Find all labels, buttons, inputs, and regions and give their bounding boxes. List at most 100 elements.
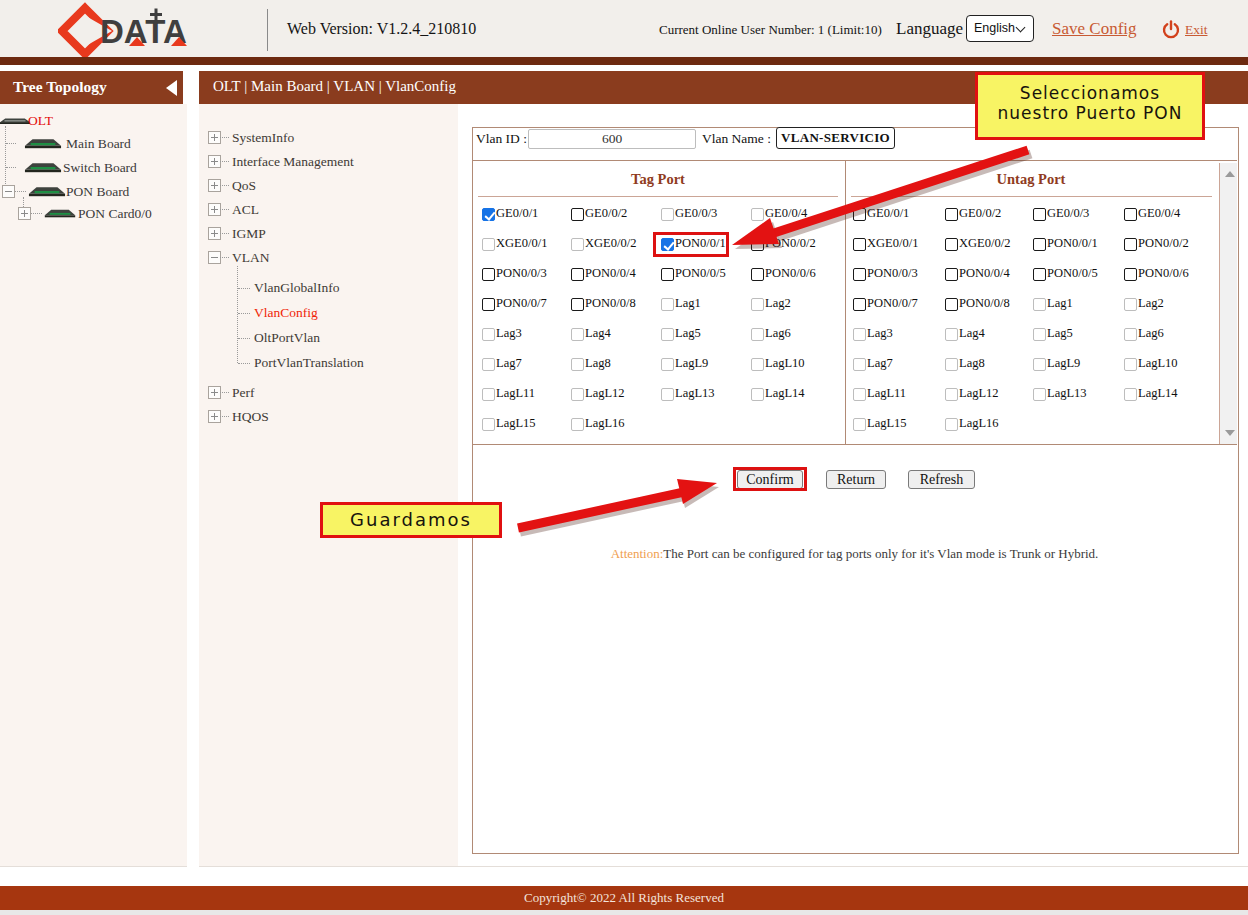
collapse-arrow-icon[interactable] xyxy=(166,80,177,96)
vlan-name-input[interactable]: VLAN-SERVICIO xyxy=(776,127,895,149)
cdata-logo: DATA xyxy=(58,2,258,58)
tag-port-checkbox-lagl16[interactable] xyxy=(571,418,584,431)
menu-item-qos[interactable]: QoS xyxy=(232,178,256,194)
tree-expander-minus-icon[interactable] xyxy=(2,185,15,198)
tag-port-checkbox-pon0-0-6[interactable] xyxy=(751,268,764,281)
untag-port-checkbox-pon0-0-1[interactable] xyxy=(1033,238,1046,251)
tag-port-checkbox-pon0-0-5[interactable] xyxy=(661,268,674,281)
menu-item-igmp[interactable]: IGMP xyxy=(232,226,266,242)
untag-port-checkbox-ge0-0-4[interactable] xyxy=(1124,208,1137,221)
tree-connector xyxy=(5,126,7,190)
tree-node-pon-board[interactable]: PON Board xyxy=(66,184,129,200)
tag-port-checkbox-ge0-0-2[interactable] xyxy=(571,208,584,221)
tag-port-checkbox-lag1[interactable] xyxy=(661,298,674,311)
tag-port-checkbox-pon0-0-8[interactable] xyxy=(571,298,584,311)
tree-expander-plus-icon[interactable] xyxy=(18,207,31,220)
language-select[interactable]: English xyxy=(966,15,1034,42)
untag-port-checkbox-pon0-0-5[interactable] xyxy=(1033,268,1046,281)
untag-port-checkbox-lag7[interactable] xyxy=(853,358,866,371)
exit-link[interactable]: Exit xyxy=(1185,22,1208,38)
tag-port-checkbox-lag3[interactable] xyxy=(482,328,495,341)
tree-node-main-board[interactable]: Main Board xyxy=(66,136,131,152)
untag-port-checkbox-ge0-0-3[interactable] xyxy=(1033,208,1046,221)
untag-port-checkbox-xge0-0-1[interactable] xyxy=(853,238,866,251)
tag-port-checkbox-pon0-0-4[interactable] xyxy=(571,268,584,281)
scroll-down-icon[interactable] xyxy=(1225,430,1235,436)
scroll-up-icon[interactable] xyxy=(1225,171,1235,177)
menu-item-vlanconfig[interactable]: VlanConfig xyxy=(254,305,318,321)
untag-port-checkbox-pon0-0-4[interactable] xyxy=(945,268,958,281)
untag-port-checkbox-lagl11[interactable] xyxy=(853,388,866,401)
tag-port-checkbox-ge0-0-1[interactable] xyxy=(482,208,495,221)
tag-port-checkbox-lagl13[interactable] xyxy=(661,388,674,401)
untag-port-checkbox-lag1[interactable] xyxy=(1033,298,1046,311)
menu-item-vlanglobalinfo[interactable]: VlanGlobalInfo xyxy=(254,280,339,296)
untag-port-checkbox-lag2[interactable] xyxy=(1124,298,1137,311)
power-icon[interactable] xyxy=(1161,20,1181,40)
menu-item-interface-management[interactable]: Interface Management xyxy=(232,154,354,170)
untag-port-checkbox-xge0-0-2[interactable] xyxy=(945,238,958,251)
tag-port-header: Tag Port xyxy=(558,171,758,188)
tag-port-checkbox-xge0-0-2[interactable] xyxy=(571,238,584,251)
untag-port-checkbox-lag5[interactable] xyxy=(1033,328,1046,341)
untag-port-checkbox-pon0-0-2[interactable] xyxy=(1124,238,1137,251)
menu-item-portvlantranslation[interactable]: PortVlanTranslation xyxy=(254,355,364,371)
untag-port-checkbox-pon0-0-7[interactable] xyxy=(853,298,866,311)
tag-port-label-ge0-0-1: GE0/0/1 xyxy=(496,206,538,221)
menu-item-hqos[interactable]: HQOS xyxy=(232,409,269,425)
tag-port-label-lagl16: LagL16 xyxy=(585,416,625,431)
tag-port-checkbox-lagl12[interactable] xyxy=(571,388,584,401)
tree-node-switch-board[interactable]: Switch Board xyxy=(63,160,137,176)
copyright-text: Copyright© 2022 All Rights Reserved xyxy=(0,890,1248,906)
tag-port-label-lagl13: LagL13 xyxy=(675,386,715,401)
tag-port-checkbox-lagl10[interactable] xyxy=(751,358,764,371)
untag-port-checkbox-pon0-0-8[interactable] xyxy=(945,298,958,311)
menu-item-acl[interactable]: ACL xyxy=(232,202,259,218)
untag-port-checkbox-lag6[interactable] xyxy=(1124,328,1137,341)
tag-port-checkbox-lagl14[interactable] xyxy=(751,388,764,401)
tag-port-checkbox-lag6[interactable] xyxy=(751,328,764,341)
tag-port-checkbox-lag2[interactable] xyxy=(751,298,764,311)
refresh-button[interactable]: Refresh xyxy=(908,470,975,489)
tag-port-checkbox-lagl9[interactable] xyxy=(661,358,674,371)
untag-port-checkbox-ge0-0-1[interactable] xyxy=(853,208,866,221)
tag-port-checkbox-ge0-0-3[interactable] xyxy=(661,208,674,221)
untag-port-checkbox-lagl15[interactable] xyxy=(853,418,866,431)
untag-port-checkbox-lagl12[interactable] xyxy=(945,388,958,401)
tree-node-pon-card0-0[interactable]: PON Card0/0 xyxy=(78,206,152,222)
tag-port-checkbox-lag7[interactable] xyxy=(482,358,495,371)
untag-port-checkbox-lagl14[interactable] xyxy=(1124,388,1137,401)
untag-port-checkbox-lag3[interactable] xyxy=(853,328,866,341)
tag-port-label-lagl10: LagL10 xyxy=(765,356,805,371)
table-scrollbar[interactable] xyxy=(1219,163,1237,444)
tag-port-checkbox-pon0-0-2[interactable] xyxy=(751,238,764,251)
untag-port-checkbox-lagl9[interactable] xyxy=(1033,358,1046,371)
return-button[interactable]: Return xyxy=(826,470,886,489)
untag-port-checkbox-lagl16[interactable] xyxy=(945,418,958,431)
untag-port-checkbox-lag8[interactable] xyxy=(945,358,958,371)
untag-port-checkbox-lagl10[interactable] xyxy=(1124,358,1137,371)
tag-port-checkbox-xge0-0-1[interactable] xyxy=(482,238,495,251)
menu-item-vlan[interactable]: VLAN xyxy=(232,250,270,266)
tree-node-olt[interactable]: OLT xyxy=(28,113,53,129)
menu-item-oltportvlan[interactable]: OltPortVlan xyxy=(254,330,320,346)
vlan-id-input[interactable]: 600 xyxy=(528,129,696,149)
untag-port-checkbox-ge0-0-2[interactable] xyxy=(945,208,958,221)
tag-port-checkbox-lag5[interactable] xyxy=(661,328,674,341)
tag-port-checkbox-lag8[interactable] xyxy=(571,358,584,371)
menu-item-perf[interactable]: Perf xyxy=(232,385,255,401)
save-config-link[interactable]: Save Config xyxy=(1052,19,1137,39)
menu-connector xyxy=(220,209,229,211)
tag-port-checkbox-ge0-0-4[interactable] xyxy=(751,208,764,221)
annotation-select-pon: Seleccionamos nuestro Puerto PON xyxy=(975,72,1205,140)
tag-port-checkbox-lagl11[interactable] xyxy=(482,388,495,401)
untag-port-checkbox-pon0-0-3[interactable] xyxy=(853,268,866,281)
menu-item-systeminfo[interactable]: SystemInfo xyxy=(232,130,294,146)
untag-port-checkbox-lagl13[interactable] xyxy=(1033,388,1046,401)
tag-port-checkbox-pon0-0-7[interactable] xyxy=(482,298,495,311)
untag-port-checkbox-pon0-0-6[interactable] xyxy=(1124,268,1137,281)
untag-port-checkbox-lag4[interactable] xyxy=(945,328,958,341)
tag-port-checkbox-pon0-0-3[interactable] xyxy=(482,268,495,281)
tag-port-checkbox-lagl15[interactable] xyxy=(482,418,495,431)
tag-port-checkbox-lag4[interactable] xyxy=(571,328,584,341)
